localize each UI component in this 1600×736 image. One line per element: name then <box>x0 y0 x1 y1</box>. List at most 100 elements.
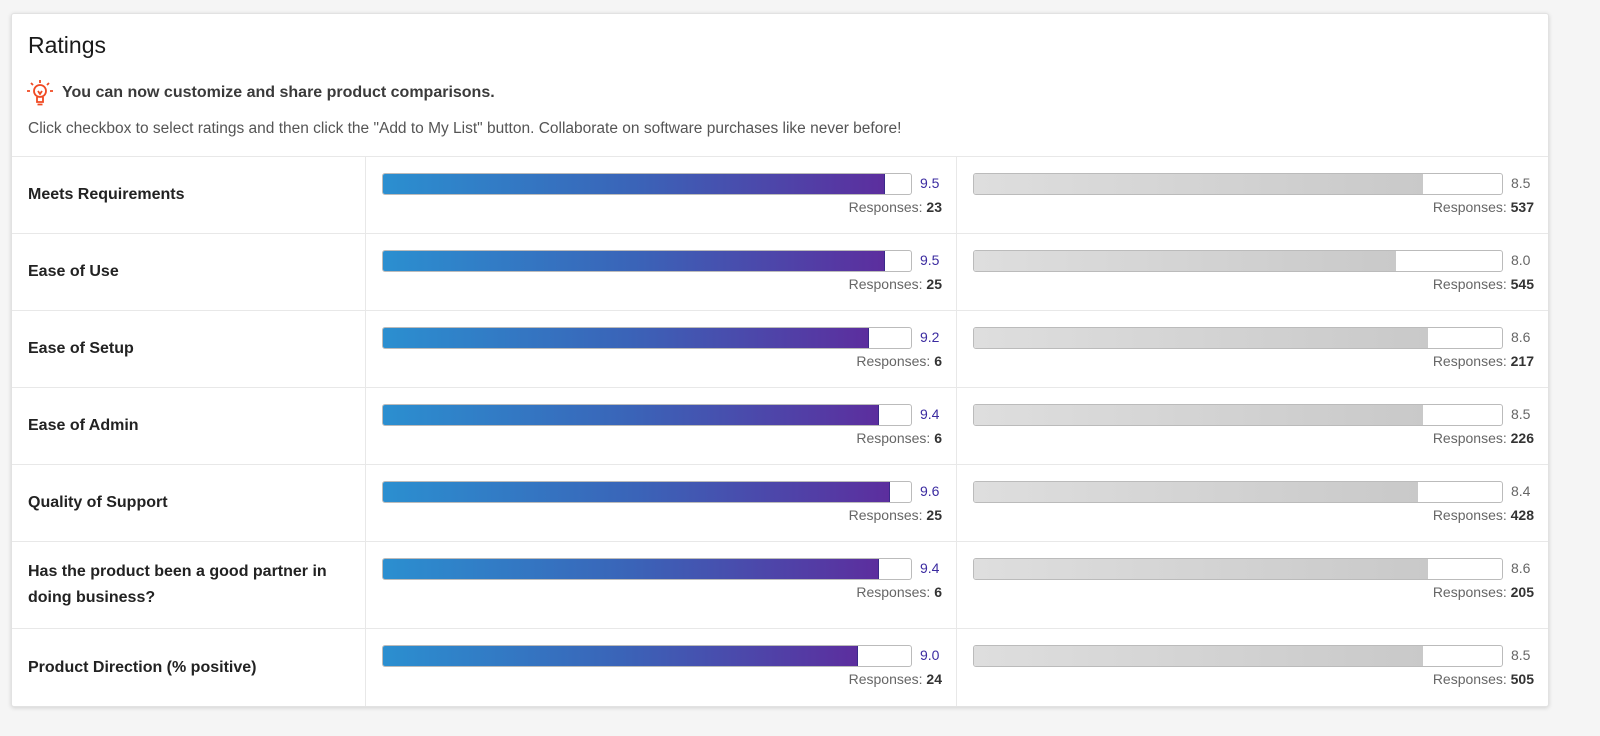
responses-label: Responses: <box>848 199 923 215</box>
rating-bar <box>973 250 1503 272</box>
responses-value: 545 <box>1510 276 1534 292</box>
rating-label: Quality of Support <box>12 465 366 541</box>
rating-value: 9.4 <box>920 406 940 422</box>
rating-cell-product: 9.6 Responses: 25 <box>366 465 957 541</box>
rating-value: 8.6 <box>1511 329 1531 345</box>
rating-row: Meets Requirements 9.5 Responses: 23 8.5… <box>12 157 1548 234</box>
rating-value: 9.6 <box>920 483 940 499</box>
rating-value: 9.5 <box>920 252 940 268</box>
rating-bar <box>382 645 912 667</box>
rating-value: 8.6 <box>1511 560 1531 576</box>
rating-value: 8.5 <box>1511 175 1531 191</box>
rating-bar-fill <box>383 405 880 425</box>
rating-bar-fill <box>383 251 885 271</box>
rating-bar-fill <box>974 482 1418 502</box>
rating-bar <box>382 558 912 580</box>
responses-label: Responses: <box>848 671 923 687</box>
responses-value: 226 <box>1510 430 1534 446</box>
responses-label: Responses: <box>848 507 923 523</box>
rating-cell-product: 9.4 Responses: 6 <box>366 388 957 464</box>
rating-bar <box>973 327 1503 349</box>
rating-row: Product Direction (% positive) 9.0 Respo… <box>12 629 1548 706</box>
rating-bar-fill <box>974 646 1423 666</box>
responses-value: 24 <box>926 671 942 687</box>
rating-bar <box>973 404 1503 426</box>
rating-bar <box>382 250 912 272</box>
rating-bar-fill <box>974 559 1429 579</box>
rating-cell-product: 9.4 Responses: 6 <box>366 542 957 628</box>
rating-cell-category: 8.5 Responses: 505 <box>957 629 1548 706</box>
rating-bar <box>382 327 912 349</box>
responses-label: Responses: <box>1432 584 1507 600</box>
responses-label: Responses: <box>1432 507 1507 523</box>
rating-value: 9.5 <box>920 175 940 191</box>
responses-count: Responses: 25 <box>849 276 942 292</box>
rating-cell-category: 8.6 Responses: 217 <box>957 311 1548 387</box>
rating-row: Has the product been a good partner in d… <box>12 542 1548 629</box>
rating-cell-category: 8.5 Responses: 537 <box>957 157 1548 233</box>
rating-row: Quality of Support 9.6 Responses: 25 8.4… <box>12 465 1548 542</box>
rating-value: 8.4 <box>1511 483 1531 499</box>
rating-label: Has the product been a good partner in d… <box>12 542 366 628</box>
rating-bar-fill <box>383 174 885 194</box>
responses-count: Responses: 6 <box>856 353 942 369</box>
rating-bar <box>382 173 912 195</box>
rating-cell-category: 8.4 Responses: 428 <box>957 465 1548 541</box>
responses-value: 505 <box>1510 671 1534 687</box>
rating-value: 9.2 <box>920 329 940 345</box>
responses-value: 23 <box>926 199 942 215</box>
tip-banner: You can now customize and share product … <box>26 78 495 108</box>
responses-value: 25 <box>926 276 942 292</box>
responses-count: Responses: 24 <box>849 671 942 687</box>
rating-bar-fill <box>383 559 880 579</box>
rating-label: Ease of Setup <box>12 311 366 387</box>
responses-count: Responses: 25 <box>849 507 942 523</box>
rating-value: 9.4 <box>920 560 940 576</box>
responses-value: 6 <box>934 584 942 600</box>
responses-value: 428 <box>1510 507 1534 523</box>
responses-label: Responses: <box>1432 353 1507 369</box>
rating-row: Ease of Admin 9.4 Responses: 6 8.5 Respo… <box>12 388 1548 465</box>
rating-bar-fill <box>974 328 1429 348</box>
rating-cell-product: 9.0 Responses: 24 <box>366 629 957 706</box>
rating-cell-product: 9.5 Responses: 23 <box>366 157 957 233</box>
rating-label: Ease of Use <box>12 234 366 310</box>
rating-value: 8.0 <box>1511 252 1531 268</box>
rating-value: 9.0 <box>920 647 940 663</box>
responses-count: Responses: 428 <box>1433 507 1534 523</box>
responses-count: Responses: 226 <box>1433 430 1534 446</box>
responses-label: Responses: <box>856 430 931 446</box>
rating-value: 8.5 <box>1511 647 1531 663</box>
responses-label: Responses: <box>1432 430 1507 446</box>
lightbulb-icon <box>27 80 53 106</box>
rating-label: Product Direction (% positive) <box>12 629 366 706</box>
description: Click checkbox to select ratings and the… <box>28 120 902 137</box>
responses-value: 6 <box>934 353 942 369</box>
ratings-card: Ratings You can now customize and share … <box>11 13 1549 707</box>
responses-count: Responses: 545 <box>1433 276 1534 292</box>
rating-cell-category: 8.5 Responses: 226 <box>957 388 1548 464</box>
ratings-table: Meets Requirements 9.5 Responses: 23 8.5… <box>12 156 1548 706</box>
tip-text: You can now customize and share product … <box>62 84 495 101</box>
responses-count: Responses: 217 <box>1433 353 1534 369</box>
page-title: Ratings <box>28 32 106 58</box>
responses-value: 205 <box>1510 584 1534 600</box>
rating-bar-fill <box>974 405 1423 425</box>
responses-value: 25 <box>926 507 942 523</box>
responses-count: Responses: 205 <box>1433 584 1534 600</box>
rating-bar <box>973 558 1503 580</box>
responses-count: Responses: 505 <box>1433 671 1534 687</box>
rating-cell-product: 9.5 Responses: 25 <box>366 234 957 310</box>
rating-bar-fill <box>383 328 869 348</box>
rating-cell-product: 9.2 Responses: 6 <box>366 311 957 387</box>
responses-value: 537 <box>1510 199 1534 215</box>
rating-bar-fill <box>974 174 1423 194</box>
responses-count: Responses: 6 <box>856 584 942 600</box>
rating-bar-fill <box>383 482 890 502</box>
rating-label: Ease of Admin <box>12 388 366 464</box>
rating-bar <box>973 481 1503 503</box>
responses-label: Responses: <box>848 276 923 292</box>
responses-value: 217 <box>1510 353 1534 369</box>
rating-value: 8.5 <box>1511 406 1531 422</box>
rating-row: Ease of Use 9.5 Responses: 25 8.0 Respon… <box>12 234 1548 311</box>
